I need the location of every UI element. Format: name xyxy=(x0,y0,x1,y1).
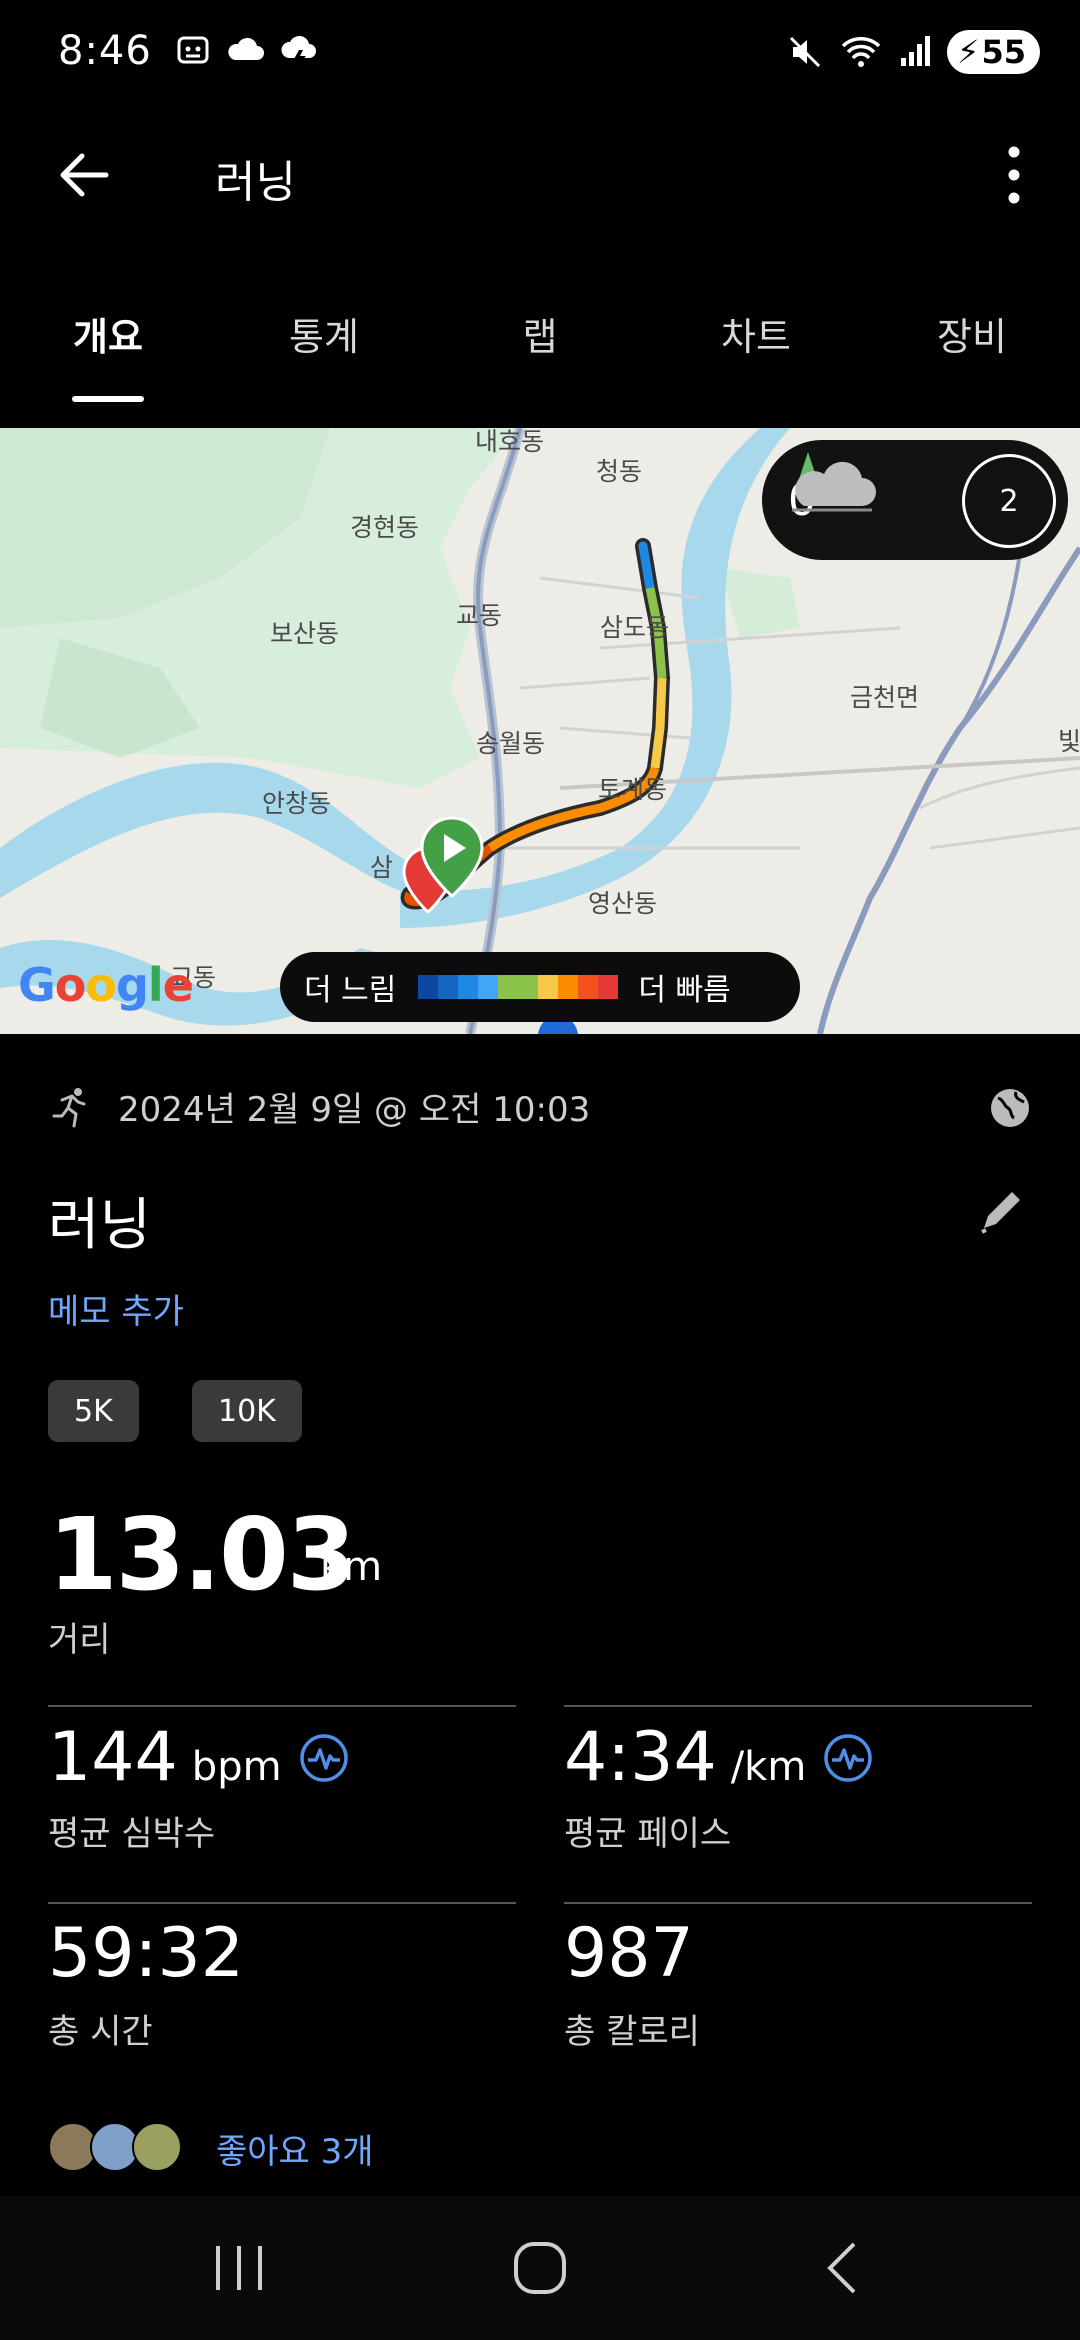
map-label: 영산동 xyxy=(588,889,658,918)
map-label: 교동 xyxy=(456,601,503,630)
chip-5k[interactable]: 5K xyxy=(48,1380,139,1442)
tab-bar: 개요 통계 랩 차트 장비 xyxy=(0,290,1080,410)
screenshot-icon xyxy=(177,36,209,64)
wifi-icon xyxy=(841,37,881,67)
likes-avatars[interactable] xyxy=(48,2122,182,2172)
map-label: 빛 xyxy=(1058,727,1080,756)
map-label: 경현동 xyxy=(350,513,420,542)
charging-icon: ⚡ xyxy=(957,33,980,71)
heart-rate-value: 144 xyxy=(48,1718,178,1797)
total-time-value: 59:32 xyxy=(48,1914,244,1993)
pace-color-swatch xyxy=(458,975,479,999)
legend-fast-label: 더 빠름 xyxy=(638,973,731,1008)
pace-zone-icon xyxy=(824,1733,873,1782)
distance-label: 거리 xyxy=(48,1620,111,1660)
recent-apps-icon[interactable] xyxy=(212,2240,266,2296)
status-notification-icons xyxy=(175,32,319,68)
battery-indicator: ⚡ 55 xyxy=(947,30,1040,74)
avatar xyxy=(132,2122,182,2172)
pace-legend: 더 느림 더 빠름 xyxy=(280,952,800,1022)
likes-count-link[interactable]: 좋아요 3개 xyxy=(216,2124,374,2173)
weather-badge[interactable]: 0° 2 xyxy=(762,440,1068,560)
pace-color-swatch xyxy=(498,975,519,999)
pace-color-scale xyxy=(418,975,619,999)
mute-icon xyxy=(789,36,821,68)
back-nav-icon[interactable] xyxy=(820,2240,864,2296)
pace-stat[interactable]: 4:34 /km xyxy=(564,1718,874,1797)
legend-slow-label: 더 느림 xyxy=(304,973,397,1008)
pace-color-swatch xyxy=(438,975,459,999)
battery-level: 55 xyxy=(981,33,1026,71)
uv-index: 2 xyxy=(962,454,1056,548)
pace-color-swatch xyxy=(418,975,439,999)
divider xyxy=(564,1902,1032,1904)
status-time: 8:46 xyxy=(58,28,152,74)
calories-label: 총 칼로리 xyxy=(564,2012,700,2052)
map-label: 보산동 xyxy=(270,619,340,648)
tab-equipment[interactable]: 장비 xyxy=(937,306,1007,361)
active-tab-indicator xyxy=(72,396,144,402)
pace-color-swatch xyxy=(558,975,579,999)
pace-value: 4:34 xyxy=(564,1718,717,1797)
map-label: 금천면 xyxy=(850,683,920,712)
visibility-button[interactable] xyxy=(988,1086,1032,1134)
map-label: 청동 xyxy=(596,457,643,486)
more-options-button[interactable] xyxy=(1000,140,1040,210)
pace-color-swatch xyxy=(478,975,499,999)
heart-rate-unit: bpm xyxy=(191,1744,282,1790)
cloud-lightning-icon xyxy=(281,35,316,67)
map-label: 안창동 xyxy=(262,789,332,818)
arrow-left-icon xyxy=(60,153,109,197)
map-label: 내호동 xyxy=(475,428,545,456)
pace-color-swatch xyxy=(578,975,599,999)
pace-color-swatch xyxy=(518,975,539,999)
cloud-weather-icon xyxy=(792,452,876,512)
add-memo-link[interactable]: 메모 추가 xyxy=(48,1284,184,1333)
system-navigation-bar xyxy=(0,2196,1080,2340)
activity-title: 러닝 xyxy=(48,1193,152,1258)
chip-10k[interactable]: 10K xyxy=(192,1380,302,1442)
distance-unit: km xyxy=(320,1544,383,1590)
globe-icon xyxy=(991,1089,1029,1127)
google-logo: Google xyxy=(18,958,194,1012)
status-system-icons: ⚡ 55 xyxy=(787,30,1040,74)
distance-value: 13.03 xyxy=(48,1496,356,1613)
pace-color-swatch xyxy=(598,975,619,999)
pencil-icon xyxy=(981,1192,1020,1234)
divider xyxy=(564,1705,1032,1707)
divider xyxy=(48,1902,516,1904)
running-icon xyxy=(52,1087,86,1127)
heart-rate-stat[interactable]: 144 bpm xyxy=(48,1718,350,1797)
tab-charts[interactable]: 차트 xyxy=(721,306,791,361)
page-title: 러닝 xyxy=(215,157,296,208)
signal-icon xyxy=(901,36,930,66)
tab-statistics[interactable]: 통계 xyxy=(289,306,359,361)
pace-color-swatch xyxy=(538,975,559,999)
calories-value: 987 xyxy=(564,1914,694,1993)
divider xyxy=(48,1705,516,1707)
tab-overview[interactable]: 개요 xyxy=(73,306,143,361)
back-button[interactable] xyxy=(50,140,120,210)
total-time-label: 총 시간 xyxy=(48,2012,153,2052)
pace-label: 평균 페이스 xyxy=(564,1814,732,1854)
cloud-icon xyxy=(228,37,264,60)
more-vert-icon xyxy=(1008,146,1020,204)
map-label: 삼 xyxy=(370,853,394,882)
map-label: 삼도동 xyxy=(600,613,670,642)
edit-title-button[interactable] xyxy=(974,1182,1030,1238)
route-map[interactable]: 내호동 청동 경현동 교동 삼도동 보산동 금천면 송월동 토계동 안창동 삼 … xyxy=(0,428,1080,1034)
activity-datetime: 2024년 2월 9일 @ 오전 10:03 xyxy=(118,1090,591,1130)
map-label: 토계동 xyxy=(598,775,668,804)
activity-meta-row: 2024년 2월 9일 @ 오전 10:03 xyxy=(50,1082,590,1131)
map-label: 송월동 xyxy=(476,729,546,758)
tab-laps[interactable]: 랩 xyxy=(523,306,558,361)
home-icon[interactable] xyxy=(512,2238,568,2298)
heart-rate-zone-icon xyxy=(299,1733,348,1782)
pace-unit: /km xyxy=(730,1744,807,1790)
heart-rate-label: 평균 심박수 xyxy=(48,1814,216,1854)
